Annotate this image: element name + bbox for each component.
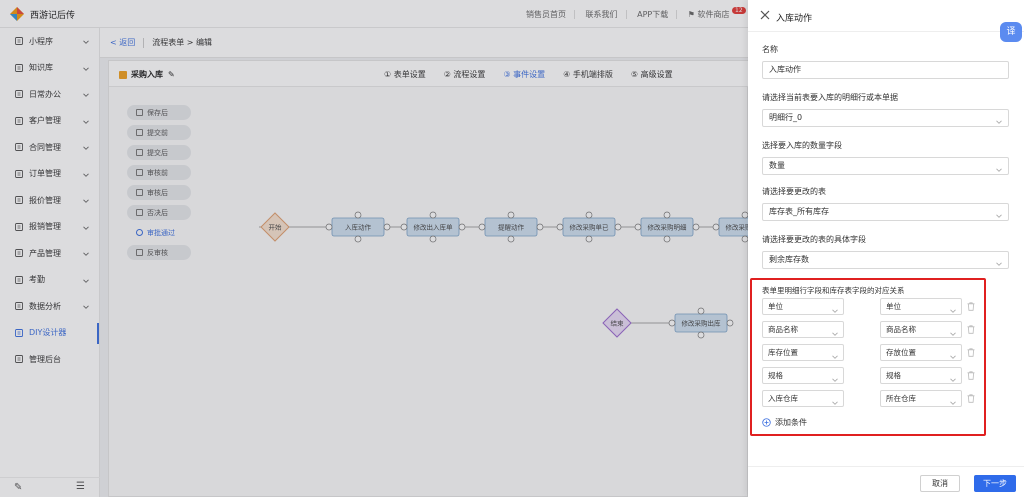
cancel-button[interactable]: 取消 <box>920 475 960 492</box>
chevron-down-icon <box>950 373 956 382</box>
chevron-down-icon <box>832 327 838 336</box>
field-value: 库存表_所有库存 <box>769 207 829 216</box>
field-select-1[interactable]: 明细行_0 <box>762 109 1009 127</box>
mapping-right-select-3[interactable]: 规格 <box>880 367 962 384</box>
mapping-left-value: 商品名称 <box>768 325 798 334</box>
chevron-down-icon <box>832 396 838 405</box>
delete-icon[interactable] <box>967 325 975 334</box>
mapping-right-value: 存放位置 <box>886 348 916 357</box>
drawer-title: 入库动作 <box>776 14 813 24</box>
field-value: 数量 <box>769 161 785 170</box>
delete-icon[interactable] <box>967 394 975 403</box>
mapping-left-select-2[interactable]: 库存位置 <box>762 344 844 361</box>
mapping-right-select-4[interactable]: 所在仓库 <box>880 390 962 407</box>
mapping-label: 表单里明细行字段和库存表字段的对应关系 <box>762 286 905 295</box>
field-select-3[interactable]: 库存表_所有库存 <box>762 203 1009 221</box>
drawer-header: 入库动作 <box>748 0 1024 32</box>
field-value: 剩余库存数 <box>769 255 809 264</box>
next-button[interactable]: 下一步 <box>974 475 1016 492</box>
chevron-down-icon <box>832 350 838 359</box>
drawer-footer: 取消 下一步 <box>748 466 1024 497</box>
field-label-2: 选择要入库的数量字段 <box>762 141 842 150</box>
field-label-0: 名称 <box>762 45 778 54</box>
field-value: 入库动作 <box>769 65 801 74</box>
name-input[interactable]: 入库动作 <box>762 61 1009 79</box>
chevron-down-icon <box>950 327 956 336</box>
mapping-right-value: 所在仓库 <box>886 394 916 403</box>
mapping-left-select-0[interactable]: 单位 <box>762 298 844 315</box>
chevron-down-icon <box>996 163 1002 172</box>
app-root: 西游记后传 销售员首页 联系我们 APP下载 ⚑ 软件商店 12 小程序 知识库日… <box>0 0 1024 497</box>
mapping-left-value: 入库仓库 <box>768 394 798 403</box>
mapping-left-select-3[interactable]: 规格 <box>762 367 844 384</box>
field-value: 明细行_0 <box>769 113 803 122</box>
translate-button[interactable]: 译 <box>1000 22 1022 42</box>
chevron-down-icon <box>832 373 838 382</box>
add-condition-label: 添加条件 <box>775 418 807 427</box>
add-condition-button[interactable]: 添加条件 <box>762 417 807 428</box>
chevron-down-icon <box>832 304 838 313</box>
mapping-right-value: 单位 <box>886 302 901 311</box>
mapping-right-select-2[interactable]: 存放位置 <box>880 344 962 361</box>
field-select-2[interactable]: 数量 <box>762 157 1009 175</box>
mapping-right-value: 商品名称 <box>886 325 916 334</box>
delete-icon[interactable] <box>967 371 975 380</box>
mapping-left-value: 库存位置 <box>768 348 798 357</box>
plus-circle-icon <box>762 418 771 427</box>
field-label-3: 请选择要更改的表 <box>762 187 826 196</box>
mapping-left-select-1[interactable]: 商品名称 <box>762 321 844 338</box>
chevron-down-icon <box>950 304 956 313</box>
chevron-down-icon <box>950 350 956 359</box>
delete-icon[interactable] <box>967 302 975 311</box>
chevron-down-icon <box>996 115 1002 124</box>
mapping-right-select-0[interactable]: 单位 <box>880 298 962 315</box>
field-label-1: 请选择当前表要入库的明细行或本单据 <box>762 93 898 102</box>
field-label-4: 请选择要更改的表的具体字段 <box>762 235 866 244</box>
mapping-left-value: 规格 <box>768 371 783 380</box>
mapping-right-select-1[interactable]: 商品名称 <box>880 321 962 338</box>
chevron-down-icon <box>996 209 1002 218</box>
close-icon[interactable] <box>760 10 770 20</box>
chevron-down-icon <box>950 396 956 405</box>
field-select-4[interactable]: 剩余库存数 <box>762 251 1009 269</box>
chevron-down-icon <box>996 257 1002 266</box>
mapping-right-value: 规格 <box>886 371 901 380</box>
delete-icon[interactable] <box>967 348 975 357</box>
mapping-left-value: 单位 <box>768 302 783 311</box>
mapping-left-select-4[interactable]: 入库仓库 <box>762 390 844 407</box>
modal-overlay[interactable] <box>0 0 748 497</box>
